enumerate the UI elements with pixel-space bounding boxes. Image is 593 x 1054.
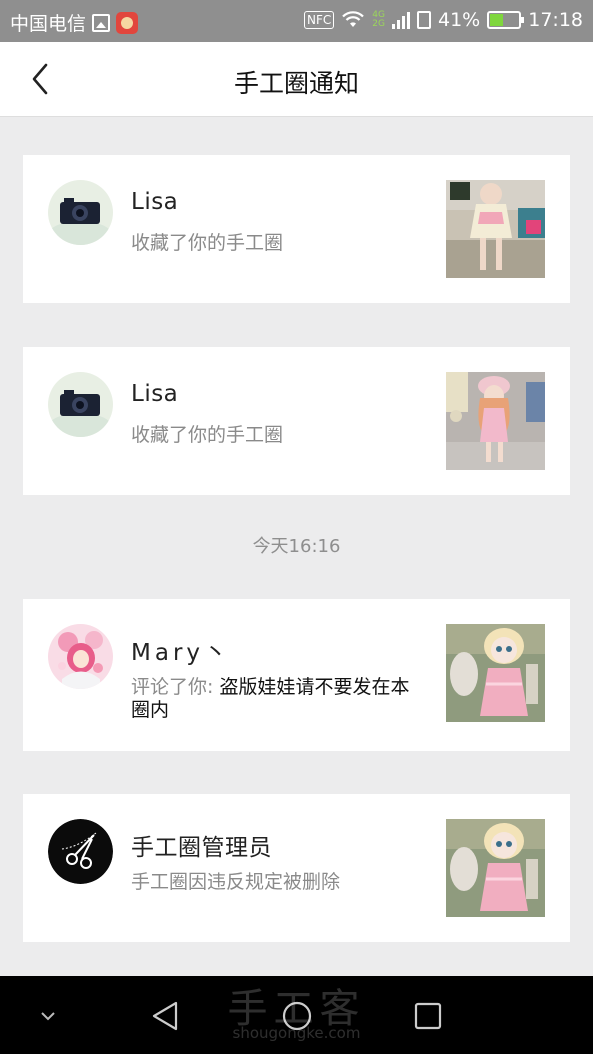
notification-card[interactable]: Lisa 收藏了你的手工圈 bbox=[23, 155, 570, 303]
carrier-label: 中国电信 bbox=[10, 13, 87, 35]
notification-card[interactable]: Mary丶 评论了你: 盗版娃娃请不要发在本圈内 bbox=[23, 599, 570, 751]
camera-avatar-icon bbox=[48, 372, 113, 437]
doll-photo-icon bbox=[446, 372, 545, 470]
page-title: 手工圈通知 bbox=[233, 69, 359, 98]
post-thumbnail[interactable] bbox=[446, 624, 545, 722]
user-name[interactable]: Mary丶 bbox=[131, 633, 231, 667]
nav-home-button[interactable] bbox=[277, 996, 317, 1036]
user-avatar[interactable] bbox=[48, 624, 113, 689]
admin-avatar[interactable] bbox=[48, 819, 113, 884]
post-thumbnail[interactable] bbox=[446, 180, 545, 278]
nav-recents-button[interactable] bbox=[408, 996, 448, 1036]
wifi-icon bbox=[342, 11, 365, 27]
system-nav-bar bbox=[0, 976, 593, 1054]
signal-icon bbox=[392, 11, 410, 29]
notification-text: 收藏了你的手工圈 bbox=[131, 424, 284, 446]
notification-card[interactable]: Lisa 收藏了你的手工圈 bbox=[23, 347, 570, 495]
scissors-icon bbox=[48, 819, 113, 884]
chevron-down-icon bbox=[41, 1012, 55, 1021]
user-avatar[interactable] bbox=[48, 372, 113, 437]
status-bar: 中国电信 NFC 4G 2G 41% 17:18 bbox=[0, 0, 593, 42]
gallery-icon bbox=[92, 13, 111, 32]
square-recents-icon bbox=[414, 1002, 442, 1030]
sim-icon bbox=[417, 11, 431, 29]
battery-percent: 41% bbox=[438, 9, 481, 31]
camera-avatar-icon bbox=[48, 180, 113, 245]
doll-photo-icon bbox=[446, 180, 545, 278]
app-header: 手工圈通知 bbox=[0, 42, 593, 117]
anime-avatar-icon bbox=[48, 624, 113, 689]
notification-text: 手工圈因违反规定被删除 bbox=[131, 871, 341, 893]
notification-card[interactable]: 手工圈管理员 手工圈因违反规定被删除 bbox=[23, 794, 570, 942]
user-name[interactable]: 手工圈管理员 bbox=[131, 828, 272, 862]
nfc-icon: NFC bbox=[304, 11, 335, 29]
doll-photo-icon bbox=[446, 624, 545, 722]
app-notification-icon bbox=[116, 11, 139, 34]
time-separator: 今天16:16 bbox=[252, 536, 341, 557]
user-avatar[interactable] bbox=[48, 180, 113, 245]
notification-text: 收藏了你的手工圈 bbox=[131, 232, 284, 254]
doll-photo-icon bbox=[446, 819, 545, 917]
post-thumbnail[interactable] bbox=[446, 372, 545, 470]
post-thumbnail[interactable] bbox=[446, 819, 545, 917]
user-name[interactable]: Lisa bbox=[131, 189, 178, 215]
notification-text: 评论了你: 盗版娃娃请不要发在本圈内 bbox=[131, 676, 410, 721]
clock: 17:18 bbox=[528, 9, 583, 31]
nav-back-button[interactable] bbox=[145, 996, 185, 1036]
network-type-icon: 4G 2G bbox=[372, 10, 385, 29]
battery-icon bbox=[487, 11, 525, 29]
circle-home-icon bbox=[282, 1001, 312, 1031]
hide-nav-button[interactable] bbox=[28, 996, 68, 1036]
user-name[interactable]: Lisa bbox=[131, 381, 178, 407]
triangle-back-icon bbox=[152, 1001, 178, 1031]
